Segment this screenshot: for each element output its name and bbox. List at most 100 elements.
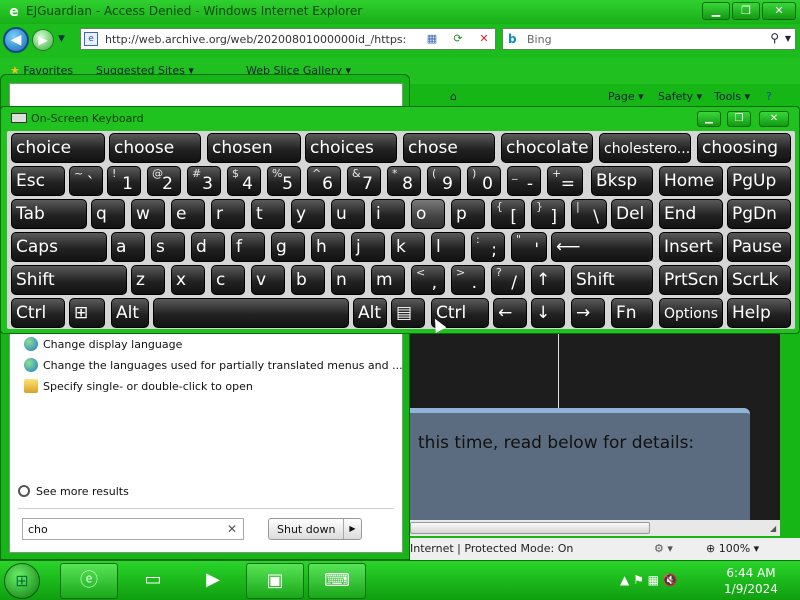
key-alt-left[interactable]: Alt bbox=[111, 298, 149, 328]
zoom-level-button[interactable]: ⊕ 100% ▾ bbox=[706, 542, 759, 555]
key-semicolon[interactable]: :; bbox=[471, 232, 505, 262]
taskbar-internet-explorer[interactable]: ⓔ bbox=[60, 563, 118, 599]
key-d[interactable]: d bbox=[191, 232, 225, 262]
key-scrlk[interactable]: ScrLk bbox=[727, 265, 791, 295]
key-o[interactable]: o bbox=[411, 199, 445, 229]
key-a[interactable]: a bbox=[111, 232, 145, 262]
compatibility-view-icon[interactable]: ▦ bbox=[423, 31, 441, 47]
key-6[interactable]: ^ 6 bbox=[307, 166, 341, 196]
key-ctrl-left[interactable]: Ctrl bbox=[11, 298, 65, 328]
key-3[interactable]: #3 bbox=[187, 166, 221, 196]
suggestion-cholesterol[interactable]: cholestero... bbox=[599, 133, 691, 163]
key-down[interactable]: ↓ bbox=[531, 298, 565, 328]
key-equals[interactable]: + = bbox=[547, 166, 583, 196]
key-1[interactable]: ! 1 bbox=[107, 166, 141, 196]
action-center-flag-icon[interactable]: ⚑ bbox=[633, 573, 644, 587]
clear-search-icon[interactable]: ✕ bbox=[227, 522, 237, 536]
home-icon[interactable]: ⌂ bbox=[450, 90, 457, 103]
key-b[interactable]: b bbox=[291, 265, 325, 295]
back-button[interactable]: ◀ bbox=[3, 27, 29, 53]
taskbar-windows-explorer[interactable]: ▭ bbox=[124, 563, 182, 599]
start-button[interactable]: ⊞ bbox=[4, 563, 40, 599]
key-p[interactable]: p bbox=[451, 199, 485, 229]
key-alt-right[interactable]: Alt bbox=[353, 298, 387, 328]
network-icon[interactable]: ▦ bbox=[648, 573, 659, 587]
key-up[interactable]: ↑ bbox=[531, 265, 565, 295]
key-shift-right[interactable]: Shift bbox=[571, 265, 653, 295]
search-icon[interactable]: ⚲ bbox=[770, 31, 779, 45]
key-slash[interactable]: ? / bbox=[491, 265, 525, 295]
key-tab[interactable]: Tab bbox=[11, 199, 87, 229]
key-end[interactable]: End bbox=[659, 199, 723, 229]
key-lbracket[interactable]: {[ bbox=[491, 199, 525, 229]
address-input[interactable]: http://web.archive.org/web/2020080100000… bbox=[105, 33, 405, 46]
key-2[interactable]: @2 bbox=[147, 166, 181, 196]
key-e[interactable]: e bbox=[171, 199, 205, 229]
key-win[interactable]: ⊞ bbox=[69, 298, 105, 328]
system-clock[interactable]: 6:44 AM 1/9/2024 bbox=[716, 565, 786, 597]
key-help[interactable]: Help bbox=[727, 298, 791, 328]
key-enter[interactable]: ⟵ bbox=[551, 232, 653, 262]
start-search-field[interactable]: cho ✕ bbox=[22, 518, 244, 540]
key-f[interactable]: f bbox=[231, 232, 265, 262]
key-y[interactable]: y bbox=[291, 199, 325, 229]
search-input[interactable]: Bing bbox=[527, 33, 552, 46]
key-esc[interactable]: Esc bbox=[11, 166, 65, 196]
key-fn[interactable]: Fn bbox=[611, 298, 653, 328]
search-box[interactable]: b Bing ⚲ ▼ bbox=[502, 28, 796, 50]
taskbar-on-screen-keyboard[interactable]: ⌨ bbox=[308, 563, 366, 599]
key-backslash[interactable]: | \ bbox=[571, 199, 607, 229]
key-quote[interactable]: " ' bbox=[511, 232, 547, 262]
suggestion-choices[interactable]: choices bbox=[305, 133, 397, 163]
help-icon[interactable]: ? bbox=[766, 90, 772, 103]
safety-menu-button[interactable]: Safety ▾ bbox=[658, 90, 702, 103]
osk-minimize-button[interactable]: ▁ bbox=[697, 111, 721, 127]
key-pgdn[interactable]: PgDn bbox=[727, 199, 791, 229]
stop-icon[interactable]: ✕ bbox=[475, 31, 493, 47]
page-menu-button[interactable]: Page ▾ bbox=[608, 90, 644, 103]
key-shift-left[interactable]: Shift bbox=[11, 265, 127, 295]
suggestion-chosen[interactable]: chosen bbox=[207, 133, 301, 163]
key-left[interactable]: ← bbox=[493, 298, 527, 328]
key-r[interactable]: r bbox=[211, 199, 245, 229]
shut-down-options-arrow-icon[interactable]: ▶ bbox=[343, 519, 361, 539]
key-backtick[interactable]: ~ ` bbox=[69, 166, 103, 196]
key-8[interactable]: * 8 bbox=[387, 166, 421, 196]
key-period[interactable]: >. bbox=[451, 265, 485, 295]
suggestion-chocolate[interactable]: chocolate bbox=[501, 133, 593, 163]
resize-grip-icon[interactable]: ◢ bbox=[770, 524, 776, 533]
key-menu[interactable]: ▤ bbox=[391, 298, 425, 328]
key-h[interactable]: h bbox=[311, 232, 345, 262]
maximize-button[interactable]: ❐ bbox=[732, 2, 760, 20]
volume-muted-icon[interactable]: 🔇 bbox=[663, 573, 678, 587]
search-result-item[interactable]: Change the languages used for partially … bbox=[24, 358, 403, 372]
key-7[interactable]: & 7 bbox=[347, 166, 381, 196]
key-backspace[interactable]: Bksp bbox=[591, 166, 653, 196]
key-5[interactable]: % 5 bbox=[267, 166, 301, 196]
tools-menu-button[interactable]: Tools ▾ bbox=[714, 90, 750, 103]
key-home[interactable]: Home bbox=[659, 166, 723, 196]
taskbar-media-player[interactable]: ▶ bbox=[184, 563, 242, 599]
refresh-icon[interactable]: ⟳ bbox=[449, 31, 467, 47]
key-comma[interactable]: <, bbox=[411, 265, 445, 295]
suggestion-choose[interactable]: choose bbox=[109, 133, 201, 163]
taskbar-control-panel[interactable]: ▣ bbox=[246, 563, 304, 599]
key-x[interactable]: x bbox=[171, 265, 205, 295]
key-minus[interactable]: _ - bbox=[507, 166, 541, 196]
key-i[interactable]: i bbox=[371, 199, 405, 229]
suggestion-choosing[interactable]: choosing bbox=[697, 133, 791, 163]
show-hidden-icons-icon[interactable]: ▲ bbox=[620, 573, 629, 587]
key-caps[interactable]: Caps bbox=[11, 232, 107, 262]
suggestion-chose[interactable]: chose bbox=[403, 133, 495, 163]
address-bar[interactable]: e http://web.archive.org/web/20200801000… bbox=[80, 28, 496, 50]
key-space[interactable] bbox=[153, 298, 349, 328]
key-n[interactable]: n bbox=[331, 265, 365, 295]
key-z[interactable]: z bbox=[131, 265, 165, 295]
forward-button[interactable]: ▶ bbox=[32, 29, 54, 51]
key-t[interactable]: t bbox=[251, 199, 285, 229]
key-9[interactable]: (9 bbox=[427, 166, 461, 196]
key-u[interactable]: u bbox=[331, 199, 365, 229]
key-j[interactable]: j bbox=[351, 232, 385, 262]
key-q[interactable]: q bbox=[91, 199, 125, 229]
search-result-item[interactable]: Specify single- or double-click to open bbox=[24, 379, 253, 393]
